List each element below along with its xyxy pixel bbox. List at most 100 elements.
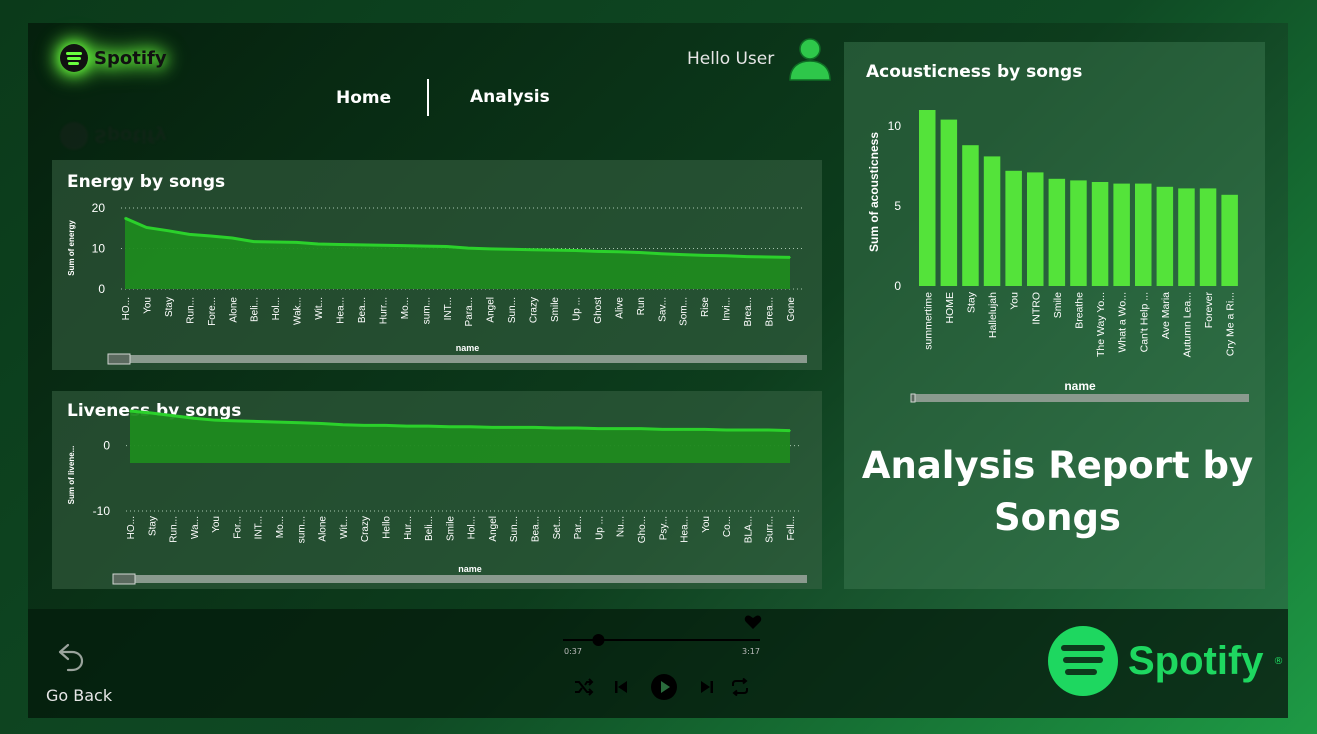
- y-tick-label: 0: [103, 439, 110, 453]
- category-label: Gone: [786, 297, 797, 322]
- category-label: Can't Help ...: [1138, 292, 1150, 352]
- data-point: [640, 427, 642, 430]
- nav-home[interactable]: Home: [336, 88, 391, 108]
- category-label: The Way Yo...: [1095, 292, 1107, 357]
- undo-arrow-icon[interactable]: [52, 640, 86, 674]
- acousticness-chart: 10 5 0 summertime HOME Stay Hallelujah You INTRO…: [867, 110, 1249, 403]
- category-label: Alive: [614, 297, 625, 319]
- category-label: Wit...: [314, 297, 325, 320]
- category-label: Up ...: [594, 516, 605, 540]
- data-point: [193, 417, 195, 420]
- y-tick-label: 10: [92, 242, 106, 256]
- greeting-text: Hello User: [687, 49, 775, 69]
- bar: [1178, 188, 1195, 286]
- category-label: Autumn Lea...: [1181, 292, 1193, 357]
- category-label: Fore...: [207, 297, 218, 326]
- play-button-icon[interactable]: [650, 673, 678, 701]
- category-label: Forever: [1203, 292, 1215, 329]
- category-label: Wa...: [190, 516, 201, 539]
- progress-bar[interactable]: [562, 633, 762, 647]
- category-label: Smile: [445, 516, 456, 541]
- category-label: HO...: [121, 297, 132, 320]
- bar: [1135, 183, 1152, 286]
- category-label: Psy...: [658, 516, 669, 540]
- category-label: Sun...: [509, 516, 520, 542]
- category-label: Run...: [185, 297, 196, 324]
- user-avatar-icon[interactable]: [786, 36, 834, 82]
- category-label: INT...: [254, 516, 265, 539]
- registered-mark: ®: [1273, 655, 1284, 667]
- data-point: [660, 252, 663, 255]
- category-label: Par...: [573, 516, 584, 539]
- repeat-icon[interactable]: [729, 678, 751, 696]
- data-point: [469, 425, 472, 428]
- y-tick-label: 0: [894, 279, 901, 293]
- category-label: Crazy: [529, 297, 540, 323]
- data-point: [555, 427, 557, 429]
- category-label: Run: [636, 297, 647, 315]
- data-point: [381, 244, 384, 247]
- nav-analysis[interactable]: Analysis: [470, 87, 550, 107]
- data-point: [342, 423, 344, 426]
- bar: [1221, 194, 1238, 286]
- data-point: [491, 426, 493, 429]
- category-label: Stay: [164, 297, 175, 317]
- category-label: Brea...: [765, 297, 776, 326]
- category-label: You: [701, 516, 712, 533]
- data-point: [682, 428, 685, 431]
- category-label: Set...: [552, 516, 563, 539]
- data-point: [405, 425, 408, 427]
- data-point: [789, 429, 791, 432]
- data-point: [488, 248, 491, 250]
- data-point: [424, 245, 427, 247]
- x-axis-label: name: [1064, 379, 1096, 393]
- category-label: Mo...: [400, 297, 411, 319]
- category-label: Angel: [486, 297, 497, 323]
- category-label: Som...: [679, 297, 690, 326]
- category-label: Rise: [700, 297, 711, 317]
- next-icon[interactable]: [699, 679, 715, 695]
- data-point: [597, 427, 600, 430]
- data-point: [235, 420, 238, 422]
- data-point: [510, 248, 512, 251]
- data-point: [661, 428, 664, 431]
- heart-icon[interactable]: [744, 614, 762, 630]
- category-label: Cry Me a Ri...: [1225, 292, 1237, 356]
- x-axis-label: name: [458, 564, 482, 574]
- bar: [1048, 178, 1066, 286]
- data-point: [618, 427, 621, 430]
- data-point: [724, 254, 727, 257]
- y-tick-label: 0: [98, 282, 105, 296]
- bar: [1070, 180, 1087, 286]
- category-label: Beli...: [424, 516, 435, 541]
- category-label: Bea...: [357, 297, 368, 323]
- category-label: You: [142, 297, 153, 314]
- shuffle-icon[interactable]: [573, 678, 595, 696]
- bar: [940, 119, 958, 286]
- data-point: [553, 249, 555, 251]
- category-label: Hea...: [680, 516, 691, 543]
- category-label: Run...: [169, 516, 180, 543]
- category-label: Bea...: [531, 516, 542, 542]
- data-point: [188, 233, 191, 236]
- nav-divider: [427, 79, 429, 116]
- data-point: [746, 429, 749, 431]
- previous-icon[interactable]: [613, 679, 629, 695]
- data-point: [214, 419, 216, 421]
- y-tick-label: 10: [888, 119, 902, 133]
- data-point: [338, 243, 341, 246]
- category-label: Smile: [550, 297, 561, 322]
- data-point: [617, 250, 620, 253]
- go-back-button[interactable]: Go Back: [46, 686, 112, 705]
- category-label: Sun...: [507, 297, 518, 323]
- category-label: Mo...: [275, 516, 286, 538]
- data-point: [384, 424, 387, 427]
- category-label: INT...: [443, 297, 454, 320]
- category-label: For...: [232, 516, 243, 539]
- time-total: 3:17: [742, 647, 760, 656]
- data-point: [746, 255, 748, 258]
- category-label: Stay: [965, 291, 977, 313]
- spotify-logo-reflection-text: Spotify: [94, 125, 167, 147]
- data-point: [703, 254, 705, 257]
- category-label: Hallelujah: [987, 292, 999, 338]
